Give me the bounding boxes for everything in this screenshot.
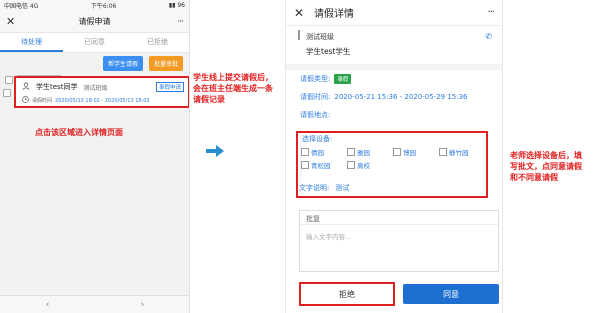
carrier-text: 中国电信 4G	[4, 3, 39, 10]
time-label: 请假时间	[32, 98, 53, 104]
battery-icon: ▮▮ 96	[168, 2, 185, 9]
card-header: 学生test同学 测试班级	[22, 82, 107, 92]
device-option[interactable]: 雅园	[347, 147, 385, 157]
clock-text: 下午6:06	[90, 3, 117, 10]
agree-button[interactable]: 同意	[403, 284, 499, 304]
annotation-line: 请假记录	[193, 95, 225, 104]
more-icon[interactable]: ···	[487, 7, 494, 18]
navbar: ✕ 请假详情 ···	[286, 0, 502, 26]
leave-place-label: 请假地点:	[300, 111, 331, 119]
device-option[interactable]: 倩园	[301, 147, 339, 157]
user-icon	[22, 82, 30, 92]
annotation-line: 学生线上提交请假后，	[193, 73, 273, 82]
batch-approve-button[interactable]: 批量审批	[148, 55, 183, 71]
stage: 中国电信 4G 下午6:06 ▮▮ 96 ✕ 请假申请 ··· 待处理 已同意 …	[0, 0, 600, 313]
device-option[interactable]: 离校	[347, 160, 385, 170]
device-label: 青松园	[311, 162, 331, 170]
device-checkbox[interactable]	[347, 161, 355, 169]
leave-type-badge: 事假	[334, 74, 352, 84]
device-grid: 倩园 雅园 博园 静竹园 青松园 离校	[298, 145, 486, 172]
device-checkbox[interactable]	[393, 148, 401, 156]
device-label: 雅园	[357, 149, 370, 157]
tab-bar: 待处理 已同意 已拒绝	[0, 33, 189, 53]
description-value: 测试	[335, 184, 350, 192]
device-label: 博园	[403, 149, 416, 157]
arrow-right-icon	[206, 145, 224, 157]
page-title: 请假详情	[314, 9, 354, 20]
device-label: 离校	[357, 162, 370, 170]
forward-icon[interactable]: ›	[141, 300, 145, 310]
leave-time-value: 2020-05-21 15:36 - 2020-05-29 15:36	[334, 93, 468, 101]
annotation-line: 和不同意请假	[510, 173, 558, 182]
tab-pending[interactable]: 待处理	[0, 33, 63, 52]
student-name: 学生test学生	[306, 47, 351, 56]
class-name: 测试班级	[83, 84, 108, 92]
clock-icon	[22, 96, 29, 105]
device-option[interactable]: 青松园	[301, 160, 339, 170]
device-option[interactable]: 静竹园	[439, 147, 477, 157]
student-info: 测试班级 学生test学生 ✆	[286, 26, 502, 64]
action-bar: 帮学生请假 批量审批	[0, 53, 189, 73]
approval-input[interactable]: 输入文字内容...	[300, 225, 498, 247]
annotation-click: 点击该区域进入详情页面	[35, 128, 123, 137]
decision-buttons: 拒绝 同意	[299, 280, 499, 308]
reject-button[interactable]: 拒绝	[299, 282, 395, 306]
leave-time-label: 请假时间:	[300, 93, 331, 101]
back-icon[interactable]: ‹	[46, 300, 50, 310]
close-icon[interactable]: ✕	[294, 6, 310, 20]
student-name: 学生test同学	[36, 83, 78, 91]
leave-place-row: 请假地点:	[286, 106, 502, 124]
description-label: 文字说明:	[299, 184, 330, 192]
select-all-checkbox[interactable]	[5, 76, 13, 84]
device-option[interactable]: 博园	[393, 147, 431, 157]
device-checkbox[interactable]	[347, 148, 355, 156]
card-time-row: 请假时间 2020/05/13 18:02 - 2020/05/13 18:03	[22, 96, 150, 105]
leave-type-badge: 事假申请	[155, 82, 184, 92]
leave-record-card[interactable]: 学生test同学 测试班级 事假申请 请假时间 2020/05/13 18:02…	[14, 76, 189, 108]
bottom-nav: ‹ ›	[0, 295, 189, 313]
status-bar: 中国电信 4G 下午6:06 ▮▮ 96	[0, 0, 189, 11]
device-label: 倩园	[311, 149, 324, 157]
navbar: ✕ 请假申请 ···	[0, 11, 189, 33]
device-label: 静竹园	[449, 149, 469, 157]
approval-title: 批复	[300, 211, 498, 225]
close-icon[interactable]: ✕	[6, 15, 20, 28]
time-value: 2020/05/13 18:02 - 2020/05/13 18:03	[55, 97, 150, 104]
annotation-line: 老师选择设备后，填	[510, 151, 582, 160]
tab-approved[interactable]: 已同意	[63, 33, 126, 52]
divider	[298, 30, 300, 40]
leave-time-row: 请假时间: 2020-05-21 15:36 - 2020-05-29 15:3…	[286, 88, 502, 106]
row-checkbox[interactable]	[3, 89, 11, 97]
tab-rejected[interactable]: 已拒绝	[126, 33, 189, 52]
class-name: 测试班级	[306, 33, 334, 41]
device-selector-title: 选择设备:	[302, 135, 333, 143]
annotation-line: 会在班主任端生成一条	[193, 84, 273, 93]
page-title: 请假申请	[78, 17, 111, 26]
annotation-submit: 学生线上提交请假后， 会在班主任端生成一条 请假记录	[193, 72, 285, 105]
leave-list-screen: 中国电信 4G 下午6:06 ▮▮ 96 ✕ 请假申请 ··· 待处理 已同意 …	[0, 0, 190, 313]
help-student-leave-button[interactable]: 帮学生请假	[102, 55, 143, 71]
more-icon[interactable]: ···	[169, 17, 184, 27]
annotation-approve: 老师选择设备后，填 写批文，点同意请假 和不同意请假	[510, 150, 600, 183]
approval-box: 批复 输入文字内容...	[299, 210, 499, 272]
leave-type-label: 请假类型:	[300, 75, 331, 83]
annotation-line: 写批文，点同意请假	[510, 162, 582, 171]
device-checkbox[interactable]	[439, 148, 447, 156]
leave-type-row: 请假类型: 事假	[286, 70, 502, 88]
description-row: 文字说明: 测试	[299, 183, 349, 193]
device-checkbox[interactable]	[301, 161, 309, 169]
phone-icon[interactable]: ✆	[485, 32, 492, 41]
device-checkbox[interactable]	[301, 148, 309, 156]
